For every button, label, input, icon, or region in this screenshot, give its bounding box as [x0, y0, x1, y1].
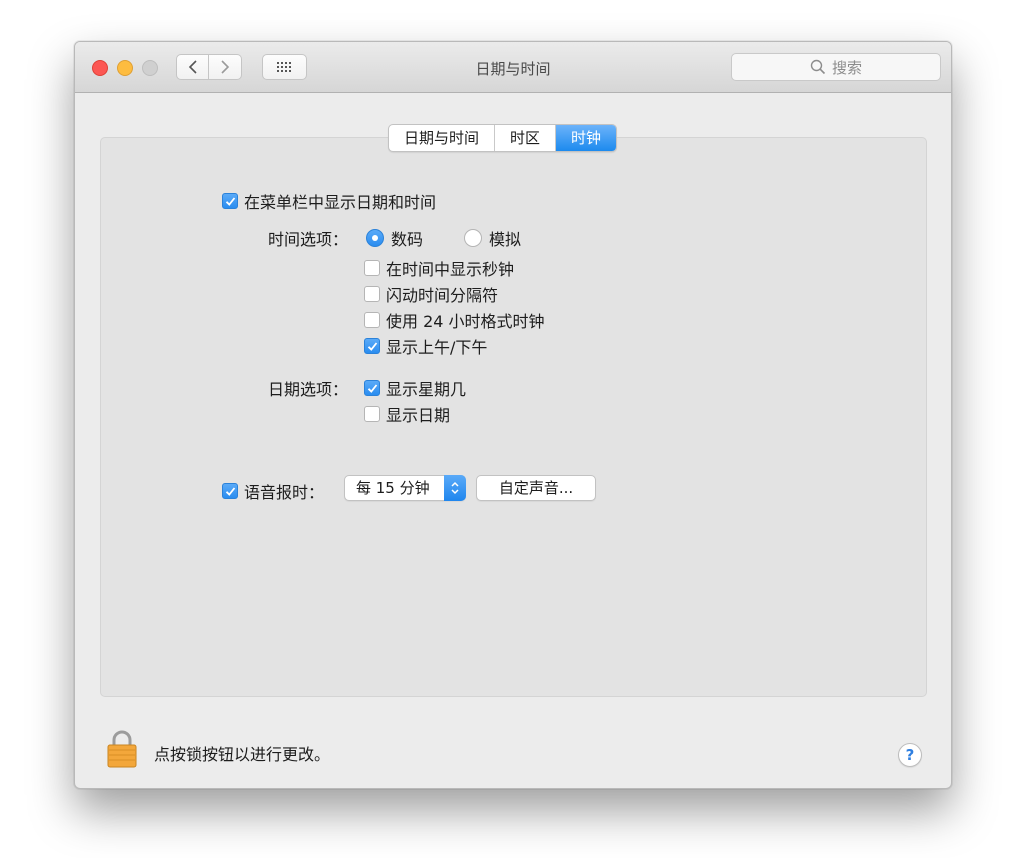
tab-time-zone[interactable]: 时区 — [495, 125, 557, 151]
flash-separators-row[interactable]: 闪动时间分隔符 — [364, 282, 498, 306]
show-in-menubar-label: 在菜单栏中显示日期和时间 — [244, 193, 437, 212]
search-icon — [810, 59, 826, 75]
checkmark-icon — [367, 383, 377, 393]
show-ampm-row[interactable]: 显示上午/下午 — [364, 334, 487, 358]
customize-voice-button[interactable]: 自定声音... — [476, 475, 596, 501]
clock-panel — [100, 137, 927, 697]
show-date-label: 显示日期 — [386, 406, 451, 425]
help-button[interactable]: ? — [898, 743, 922, 767]
checkmark-icon — [225, 486, 235, 496]
tab-clock[interactable]: 时钟 — [556, 125, 617, 151]
digital-radio-label: 数码 — [391, 230, 424, 249]
show-weekday-label: 显示星期几 — [386, 380, 467, 399]
checkmark-icon — [367, 341, 377, 351]
lock-button[interactable] — [106, 730, 138, 768]
use-24h-checkbox[interactable] — [364, 312, 380, 328]
announce-checkbox[interactable] — [222, 483, 238, 499]
announce-interval-value: 每 15 分钟 — [356, 479, 430, 497]
analog-radio-label: 模拟 — [489, 230, 522, 249]
analog-radio-row[interactable]: 模拟 — [464, 226, 521, 250]
tab-bar: 日期与时间 时区 时钟 — [388, 124, 618, 152]
show-date-row[interactable]: 显示日期 — [364, 402, 450, 426]
use-24h-label: 使用 24 小时格式时钟 — [386, 312, 545, 331]
lock-icon — [107, 730, 137, 768]
show-ampm-label: 显示上午/下午 — [386, 338, 488, 357]
preferences-window: 日期与时间 搜索 日期与时间 时区 时钟 在菜单栏中显示日期和时间 时间选项： … — [74, 41, 952, 789]
flash-separators-checkbox[interactable] — [364, 286, 380, 302]
announce-interval-popup[interactable]: 每 15 分钟 — [344, 475, 466, 501]
show-weekday-checkbox[interactable] — [364, 380, 380, 396]
show-ampm-checkbox[interactable] — [364, 338, 380, 354]
popup-arrows[interactable] — [444, 475, 466, 501]
time-options-label: 时间选项： — [268, 230, 349, 249]
announce-row[interactable]: 语音报时： — [222, 479, 324, 503]
search-placeholder: 搜索 — [831, 58, 862, 77]
analog-radio[interactable] — [464, 229, 482, 247]
lock-status-text: 点按锁按钮以进行更改。 — [154, 745, 331, 764]
show-in-menubar-row[interactable]: 在菜单栏中显示日期和时间 — [222, 189, 436, 213]
digital-radio-row[interactable]: 数码 — [366, 226, 423, 250]
checkmark-icon — [225, 196, 235, 206]
search-field[interactable]: 搜索 — [731, 53, 941, 81]
flash-separators-label: 闪动时间分隔符 — [386, 286, 499, 305]
show-seconds-checkbox[interactable] — [364, 260, 380, 276]
title-bar: 日期与时间 搜索 — [75, 42, 951, 93]
show-seconds-label: 在时间中显示秒钟 — [386, 260, 515, 279]
digital-radio[interactable] — [366, 229, 384, 247]
show-in-menubar-checkbox[interactable] — [222, 193, 238, 209]
show-weekday-row[interactable]: 显示星期几 — [364, 376, 466, 400]
use-24h-row[interactable]: 使用 24 小时格式时钟 — [364, 308, 545, 332]
show-date-checkbox[interactable] — [364, 406, 380, 422]
updown-chevron-icon — [451, 481, 459, 495]
show-seconds-row[interactable]: 在时间中显示秒钟 — [364, 256, 514, 280]
announce-label: 语音报时： — [244, 483, 325, 502]
tab-date-time[interactable]: 日期与时间 — [389, 125, 496, 151]
date-options-label: 日期选项： — [268, 380, 349, 399]
